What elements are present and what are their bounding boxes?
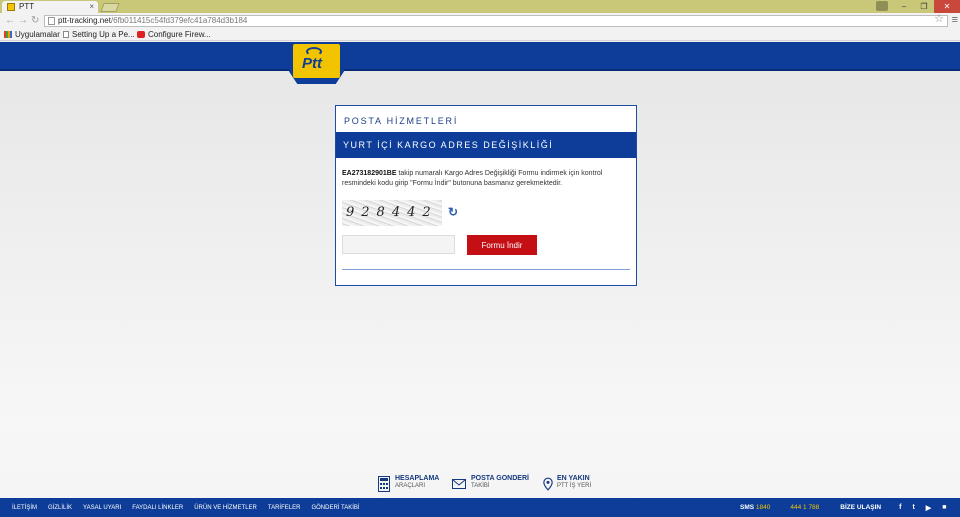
page-info-icon[interactable] — [48, 17, 55, 25]
captcha-code: 928442 — [346, 205, 438, 220]
card-band-title: YURT İÇİ KARGO ADRES DEĞİŞİKLİĞİ — [343, 140, 554, 150]
site-header — [0, 42, 960, 71]
quick-link-tracking[interactable]: POSTA GONDERİ TAKİBİ — [452, 475, 532, 497]
minimize-button[interactable]: – — [894, 0, 914, 13]
maximize-button[interactable]: ❐ — [914, 0, 934, 13]
quick-link-title: POSTA GONDERİ — [471, 475, 529, 482]
download-form-button[interactable]: Formu İndir — [467, 235, 537, 255]
bookmark-star-icon[interactable]: ☆ — [934, 14, 944, 25]
tab-close-icon[interactable]: × — [89, 1, 94, 13]
bookmark-apps[interactable]: Uygulamalar — [4, 29, 60, 40]
sms-label: SMS — [740, 504, 755, 511]
bookmark-configure-firewall[interactable]: Configure Firew... — [137, 29, 211, 40]
footer-link-legal[interactable]: YASAL UYARI — [83, 505, 121, 511]
quick-link-calculators[interactable]: HESAPLAMA ARAÇLARI — [378, 475, 448, 497]
back-icon[interactable]: ← — [5, 15, 15, 27]
refresh-captcha-icon[interactable]: ↻ — [448, 206, 460, 218]
footer-contact: SMS 1840 444 1 788 BİZE ULAŞIN f t ▶ ■ — [740, 498, 946, 517]
bookmark-label: Setting Up a Pe... — [72, 30, 135, 39]
site-footer: İLETİŞİM GİZLİLİK YASAL UYARI FAYDALI Lİ… — [0, 498, 960, 517]
quick-link-title: EN YAKIN — [557, 475, 590, 482]
envelope-icon — [452, 479, 466, 489]
user-profile-icon[interactable] — [876, 1, 888, 11]
quick-link-title: HESAPLAMA — [395, 475, 440, 482]
quick-link-subtitle: PTT İŞ YERİ — [557, 483, 592, 489]
tab-title: PTT — [19, 2, 35, 11]
sms-number: 1840 — [755, 504, 771, 511]
address-bar[interactable]: ptt-tracking.net/6fb011415c54fd379efc41a… — [44, 14, 948, 27]
calculator-icon — [378, 476, 390, 492]
bookmarks-bar: Uygulamalar Setting Up a Pe... Configure… — [0, 29, 960, 41]
url-path: /6fb011415c54fd379efc41a784d3b184 — [110, 16, 248, 25]
footer-link-tariffs[interactable]: TARİFELER — [268, 505, 301, 511]
ptt-favicon-icon — [7, 3, 15, 11]
card-title-band: YURT İÇİ KARGO ADRES DEĞİŞİKLİĞİ — [336, 132, 636, 158]
card-title: POSTA HİZMETLERİ — [344, 116, 459, 126]
captcha-image: 928442 — [342, 200, 442, 226]
facebook-icon[interactable]: f — [899, 504, 901, 512]
page-icon — [63, 31, 69, 38]
browser-tab[interactable]: PTT × — [2, 1, 98, 13]
window-controls: – ❐ ✕ — [876, 0, 960, 13]
footer-links: İLETİŞİM GİZLİLİK YASAL UYARI FAYDALI Lİ… — [12, 498, 360, 517]
bookmark-setting-up[interactable]: Setting Up a Pe... — [63, 29, 135, 40]
apps-grid-icon — [4, 31, 12, 38]
bookmark-label: Uygulamalar — [15, 30, 60, 39]
instructions-text: EA273182901BE takip numaralı Kargo Adres… — [342, 169, 632, 189]
footer-link-contact[interactable]: İLETİŞİM — [12, 505, 37, 511]
close-window-button[interactable]: ✕ — [934, 0, 960, 13]
contact-us-link[interactable]: BİZE ULAŞIN — [840, 504, 881, 511]
ptt-logo[interactable]: Ptt — [289, 42, 344, 84]
quick-links: HESAPLAMA ARAÇLARI POSTA GONDERİ TAKİBİ … — [0, 475, 960, 497]
sms-info: SMS 1840 — [740, 504, 770, 511]
window-titlebar: PTT × – ❐ ✕ — [0, 0, 960, 13]
youtube-icon[interactable]: ▶ — [926, 504, 931, 512]
bookmark-label: Configure Firew... — [148, 30, 211, 39]
social-links: f t ▶ ■ — [899, 504, 946, 512]
url-host: ptt-tracking.net — [58, 16, 111, 25]
footer-link-tracking[interactable]: GÖNDERİ TAKİBİ — [311, 505, 359, 511]
page-content: Ptt POSTA HİZMETLERİ YURT İÇİ KARGO ADRE… — [0, 42, 960, 517]
logo-badge: Ptt — [293, 44, 340, 78]
service-card: POSTA HİZMETLERİ YURT İÇİ KARGO ADRES DE… — [335, 105, 637, 286]
footer-link-privacy[interactable]: GİZLİLİK — [48, 505, 72, 511]
logo-text: Ptt — [302, 55, 322, 72]
forward-icon[interactable]: → — [18, 15, 28, 27]
location-pin-icon — [543, 477, 553, 491]
new-tab-button[interactable] — [100, 3, 120, 12]
twitter-icon[interactable]: t — [912, 504, 914, 512]
tracking-number: EA273182901BE — [342, 170, 397, 177]
captcha-input[interactable] — [342, 235, 455, 254]
browser-toolbar: ← → ↻ ptt-tracking.net/6fb011415c54fd379… — [0, 13, 960, 29]
reload-icon[interactable]: ↻ — [31, 15, 39, 27]
video-icon[interactable]: ■ — [942, 504, 946, 512]
youtube-icon — [137, 31, 145, 38]
quick-link-nearest-office[interactable]: EN YAKIN PTT İŞ YERİ — [543, 475, 603, 497]
card-divider — [342, 269, 630, 270]
footer-link-products[interactable]: ÜRÜN VE HİZMETLER — [194, 505, 257, 511]
footer-link-useful-links[interactable]: FAYDALI LİNKLER — [132, 505, 183, 511]
chrome-menu-icon[interactable]: ≡ — [952, 14, 958, 26]
phone-number[interactable]: 444 1 788 — [790, 504, 819, 511]
quick-link-subtitle: TAKİBİ — [471, 483, 490, 489]
quick-link-subtitle: ARAÇLARI — [395, 483, 426, 489]
